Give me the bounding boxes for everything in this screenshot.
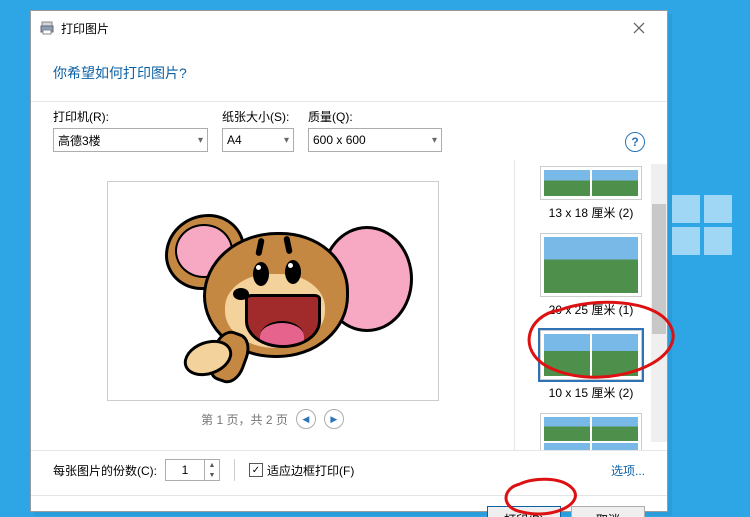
paper-dropdown[interactable]: A4 ▾: [222, 128, 294, 152]
layout-option-10x15[interactable]: 10 x 15 厘米 (2): [521, 324, 661, 407]
controls-row: 打印机(R): 高德3楼 ▾ 纸张大小(S): A4 ▾ 质量(Q): 600 …: [31, 102, 667, 160]
question-text: 你希望如何打印图片?: [31, 45, 667, 101]
print-dialog: 打印图片 你希望如何打印图片? 打印机(R): 高德3楼 ▾ 纸张大小(S): …: [30, 10, 668, 512]
button-row: 打印(P) 取消: [31, 495, 667, 517]
copies-stepper[interactable]: ▲▼: [165, 459, 220, 481]
layout-label: 13 x 18 厘米 (2): [549, 204, 634, 221]
fit-frame-checkbox[interactable]: ✓ 适应边框打印(F): [249, 462, 354, 479]
layout-scrollbar[interactable]: [651, 164, 667, 442]
chevron-down-icon: ▾: [284, 135, 289, 146]
quality-value: 600 x 600: [313, 133, 366, 147]
titlebar: 打印图片: [31, 11, 667, 45]
layout-thumb: [540, 166, 642, 200]
dialog-title: 打印图片: [61, 20, 619, 37]
layout-label: 20 x 25 厘米 (1): [549, 301, 634, 318]
quality-dropdown[interactable]: 600 x 600 ▾: [308, 128, 442, 152]
paper-value: A4: [227, 133, 242, 147]
divider: [234, 459, 235, 481]
stepper-up-icon[interactable]: ▲: [205, 460, 219, 470]
preview-area: 第 1 页，共 2 页 ◀ ▶: [31, 160, 514, 450]
pager-text: 第 1 页，共 2 页: [201, 411, 288, 428]
chevron-down-icon: ▾: [198, 135, 203, 146]
quality-label: 质量(Q):: [308, 108, 442, 125]
paper-label: 纸张大小(S):: [222, 108, 294, 125]
stepper-down-icon[interactable]: ▼: [205, 470, 219, 480]
next-page-button[interactable]: ▶: [324, 409, 344, 429]
fit-frame-label: 适应边框打印(F): [267, 462, 354, 479]
close-button[interactable]: [619, 14, 659, 42]
help-button[interactable]: ?: [625, 132, 645, 152]
layout-thumb: [540, 330, 642, 380]
printer-icon: [39, 20, 55, 36]
layout-option-9x13[interactable]: 9 x 13 厘米 (4): [521, 407, 661, 450]
windows-logo: [672, 195, 732, 255]
bottom-bar: 每张图片的份数(C): ▲▼ ✓ 适应边框打印(F) 选项...: [31, 451, 667, 489]
preview-image: [107, 181, 439, 401]
cartoon-mouse-image: [133, 196, 413, 386]
cancel-button[interactable]: 取消: [571, 506, 645, 517]
options-link[interactable]: 选项...: [611, 462, 645, 479]
printer-value: 高德3楼: [58, 132, 101, 149]
layout-thumb: [540, 233, 642, 297]
layout-label: 10 x 15 厘米 (2): [549, 384, 634, 401]
layout-thumb: [540, 413, 642, 450]
copies-label: 每张图片的份数(C):: [53, 462, 157, 479]
layout-option-13x18[interactable]: 13 x 18 厘米 (2): [521, 160, 661, 227]
scrollbar-thumb[interactable]: [652, 204, 666, 334]
layout-list: 13 x 18 厘米 (2) 20 x 25 厘米 (1) 10 x 15 厘米…: [514, 160, 667, 450]
chevron-down-icon: ▾: [432, 135, 437, 146]
print-button[interactable]: 打印(P): [487, 506, 561, 517]
copies-input[interactable]: [166, 460, 204, 480]
close-icon: [633, 22, 645, 34]
layout-option-20x25[interactable]: 20 x 25 厘米 (1): [521, 227, 661, 324]
printer-dropdown[interactable]: 高德3楼 ▾: [53, 128, 208, 152]
prev-page-button[interactable]: ◀: [296, 409, 316, 429]
printer-label: 打印机(R):: [53, 108, 208, 125]
checkbox-icon: ✓: [249, 463, 263, 477]
